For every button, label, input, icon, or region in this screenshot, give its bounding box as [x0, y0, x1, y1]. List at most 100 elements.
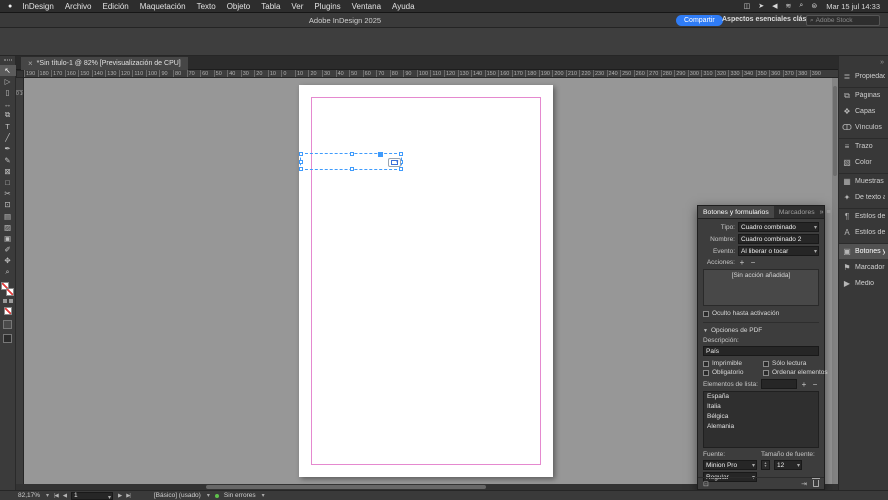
menubar-clock[interactable]: Mar 15 jul 14:33	[826, 2, 880, 11]
direct-selection-tool[interactable]: ▷	[0, 76, 16, 87]
note-tool[interactable]: ▣	[0, 233, 16, 244]
close-icon[interactable]: ×	[28, 59, 33, 68]
dock-item-botones[interactable]: ▣ Botones y ...	[839, 243, 888, 259]
dock-item-color[interactable]: ▧ Color	[839, 154, 888, 170]
share-button[interactable]: Compartir	[676, 15, 723, 26]
selected-combobox-frame[interactable]	[299, 152, 403, 171]
page-number-field[interactable]: 1	[70, 491, 113, 500]
panel-menu-icon[interactable]: ≡	[827, 209, 831, 216]
handle-middle-left[interactable]	[299, 160, 303, 164]
page-tool[interactable]: ▯	[0, 87, 16, 98]
list-item[interactable]: Bélgica	[704, 412, 818, 422]
menu-item[interactable]: Objeto	[227, 2, 251, 11]
preflight-menu-chevron-icon[interactable]	[261, 492, 265, 499]
dock-item-estilos-caracter[interactable]: A Estilos de ...	[839, 224, 888, 240]
gradient-feather-tool[interactable]: ▨	[0, 222, 16, 233]
handle-bottom-right[interactable]	[399, 167, 403, 171]
frame-tool[interactable]: ⊠	[0, 166, 16, 177]
menu-item[interactable]: Plugins	[314, 2, 340, 11]
handle-top-left[interactable]	[299, 152, 303, 156]
last-page-icon[interactable]: ▶|	[126, 493, 131, 499]
formatting-container-icon[interactable]	[2, 298, 7, 303]
obligatorio-checkbox[interactable]	[703, 369, 709, 376]
horizontal-ruler[interactable]: 190 180 170 160 150 140 130 120 110 100 90 80 70 60 50…	[24, 70, 838, 78]
trash-icon[interactable]	[812, 478, 820, 487]
dock-item-de-texto-a[interactable]: ✦ De texto a ...	[839, 189, 888, 205]
location-icon[interactable]: ➤	[758, 2, 764, 10]
prev-page-icon[interactable]: ◀	[63, 493, 67, 499]
dock-item-medio[interactable]: ▶ Medio	[839, 275, 888, 291]
actions-listbox[interactable]: [Sin acción añadida]	[703, 269, 819, 306]
menu-item[interactable]: Ayuda	[392, 2, 415, 11]
font-size-stepper[interactable]: ▲ ▼	[761, 460, 770, 470]
selection-tool[interactable]: ↖	[0, 65, 16, 77]
content-collector-tool[interactable]: ⧉	[0, 110, 16, 121]
list-items-box[interactable]: España Italia Bélgica Alemania	[703, 391, 819, 448]
rectangle-tool[interactable]: □	[0, 177, 16, 188]
adobe-stock-search[interactable]: ⌕ Adobe Stock	[806, 15, 880, 26]
zoom-tool[interactable]: ⌕	[0, 266, 16, 277]
convert-to-object-icon[interactable]: ⇥	[801, 480, 807, 488]
free-transform-tool[interactable]: ⊡	[0, 199, 16, 210]
expand-panels-icon[interactable]: »	[839, 59, 888, 68]
pencil-tool[interactable]: ✎	[0, 155, 16, 166]
dock-item-muestras[interactable]: ▦ Muestras	[839, 173, 888, 189]
preflight-status[interactable]: Sin errores	[224, 492, 256, 499]
font-size-dropdown[interactable]: 12	[774, 460, 802, 470]
menu-item[interactable]: Ventana	[352, 2, 381, 11]
solo-lectura-checkbox[interactable]	[763, 360, 769, 367]
dock-item-estilos-parrafo[interactable]: ¶ Estilos de ...	[839, 208, 888, 224]
vertical-scroll-thumb[interactable]	[833, 86, 837, 176]
descripcion-input[interactable]: País	[703, 346, 819, 356]
horizontal-scroll-thumb[interactable]	[206, 485, 486, 489]
tab-botones-y-formularios[interactable]: Botones y formularios	[698, 206, 774, 218]
menu-item[interactable]: Maquetación	[140, 2, 186, 11]
ordenar-checkbox[interactable]	[763, 369, 769, 376]
evento-dropdown[interactable]: Al liberar o tocar	[738, 246, 819, 256]
eyedropper-tool[interactable]: ✐	[0, 244, 16, 255]
first-page-icon[interactable]: |◀	[54, 493, 59, 499]
dock-item-propiedades[interactable]: ≣ Propiedad...	[839, 68, 888, 84]
add-action-button[interactable]: +	[738, 258, 746, 267]
dock-item-paginas[interactable]: ⧉ Páginas	[839, 87, 888, 103]
apply-color-none-swatch[interactable]	[3, 306, 12, 315]
spotlight-icon[interactable]: ⌕	[799, 2, 803, 10]
oculto-checkbox[interactable]	[703, 310, 709, 317]
export-icon[interactable]: ⊡	[703, 480, 709, 488]
dock-item-trazo[interactable]: ≡ Trazo	[839, 138, 888, 154]
remove-list-item-button[interactable]: −	[811, 380, 819, 389]
next-page-icon[interactable]: ▶	[118, 493, 122, 499]
zoom-chevron-icon[interactable]	[45, 492, 49, 499]
handle-top-right[interactable]	[399, 152, 403, 156]
wifi-icon[interactable]: ≋	[786, 2, 792, 10]
formatting-text-icon[interactable]	[8, 298, 13, 303]
gradient-tool[interactable]: ▤	[0, 210, 16, 221]
ruler-origin-corner[interactable]	[16, 70, 24, 78]
type-tool[interactable]: T	[0, 121, 16, 132]
menu-item[interactable]: Texto	[197, 2, 216, 11]
dock-item-marcadores[interactable]: ⚑ Marcadores	[839, 259, 888, 275]
menu-item[interactable]: Edición	[103, 2, 129, 11]
fill-stroke-swatches[interactable]	[1, 281, 14, 296]
list-item[interactable]: Italia	[704, 402, 818, 412]
tab-marcadores[interactable]: Marcadores	[774, 206, 820, 218]
menu-item[interactable]: Tabla	[261, 2, 280, 11]
line-tool[interactable]: ╱	[0, 132, 16, 143]
zoom-level[interactable]: 82,17%	[18, 492, 40, 499]
handle-bottom-middle[interactable]	[350, 167, 354, 171]
collapse-panel-icon[interactable]: »	[820, 209, 824, 216]
apple-menu-icon[interactable]: ●	[8, 3, 12, 10]
list-item[interactable]: España	[704, 392, 818, 402]
volume-muted-icon[interactable]: ◀	[772, 2, 777, 10]
view-mode-button[interactable]	[3, 319, 12, 329]
menu-item[interactable]: InDesign	[22, 2, 54, 11]
add-list-item-button[interactable]: +	[800, 380, 808, 389]
screen-mirroring-icon[interactable]: ◫	[744, 2, 751, 10]
stroke-swatch-none[interactable]	[6, 287, 14, 296]
font-family-dropdown[interactable]: Minion Pro	[703, 460, 757, 470]
preflight-profile[interactable]: [Básico] (usado)	[154, 492, 201, 499]
gap-tool[interactable]: ↔	[0, 99, 16, 110]
remove-action-button[interactable]: −	[749, 258, 757, 267]
handle-selected[interactable]	[378, 152, 383, 157]
combobox-field-badge[interactable]	[388, 158, 401, 167]
